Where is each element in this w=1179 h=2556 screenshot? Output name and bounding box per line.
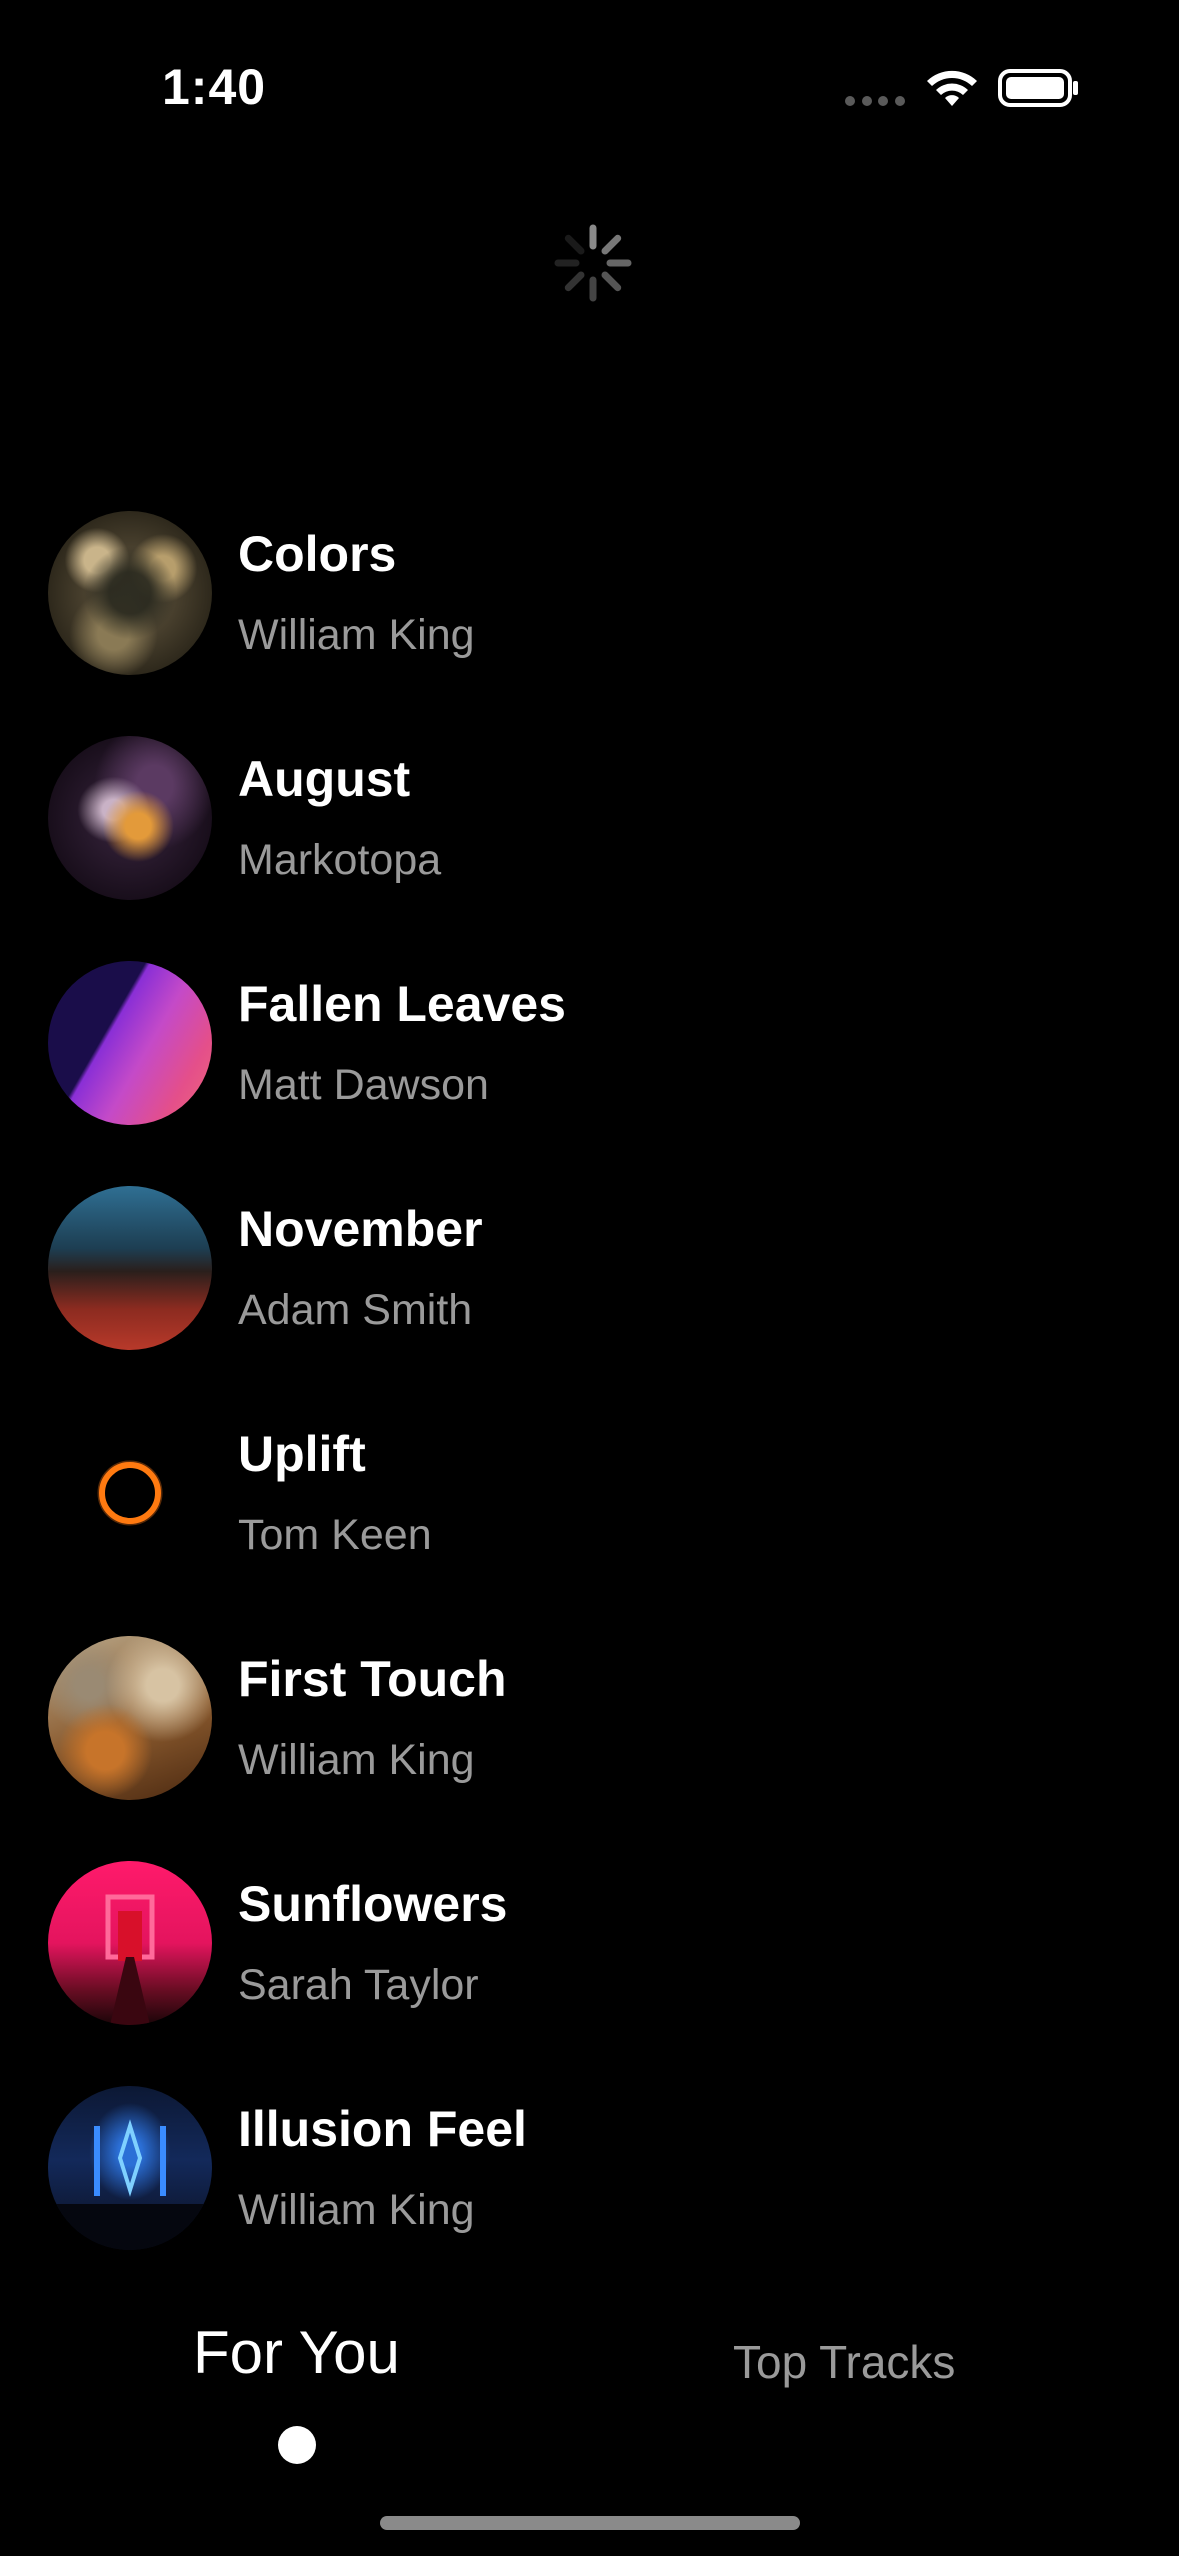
track-artwork (48, 736, 212, 900)
track-row-august[interactable]: August Markotopa (0, 730, 1179, 955)
track-row-fallen-leaves[interactable]: Fallen Leaves Matt Dawson (0, 955, 1179, 1180)
status-bar: 1:40 (0, 0, 1179, 175)
track-title: Uplift (238, 1426, 366, 1482)
track-row-november[interactable]: November Adam Smith (0, 1180, 1179, 1405)
track-row-sunflowers[interactable]: Sunflowers Sarah Taylor (0, 1855, 1179, 2080)
track-artist: Adam Smith (238, 1286, 473, 1334)
orange-ring-artwork (97, 1460, 163, 1526)
track-row-colors[interactable]: Colors William King (0, 505, 1179, 730)
track-row-uplift[interactable]: Uplift Tom Keen (0, 1405, 1179, 1630)
track-title: Colors (238, 526, 397, 582)
track-artwork (48, 2086, 212, 2250)
stage-artwork (48, 2119, 212, 2250)
track-title: August (238, 751, 411, 807)
tab-top-tracks[interactable]: Top Tracks (733, 2335, 955, 2389)
track-artist: Matt Dawson (238, 1061, 489, 1109)
track-artist: William King (238, 2186, 475, 2234)
track-title: November (238, 1201, 483, 1257)
track-row-illusion-feel[interactable]: Illusion Feel William King (0, 2080, 1179, 2305)
track-artist: Tom Keen (238, 1511, 432, 1559)
track-row-first-touch[interactable]: First Touch William King (0, 1630, 1179, 1855)
track-artist: Sarah Taylor (238, 1961, 479, 2009)
track-artwork (48, 1411, 212, 1575)
track-artwork (48, 1186, 212, 1350)
track-title: Fallen Leaves (238, 976, 566, 1032)
track-title: Illusion Feel (238, 2101, 527, 2157)
track-artwork (48, 1861, 212, 2025)
track-title: First Touch (238, 1651, 507, 1707)
loading-spinner-icon (554, 224, 632, 302)
tab-for-you[interactable]: For You (193, 2318, 400, 2387)
track-artist: William King (238, 611, 475, 659)
neon-door-artwork (105, 1894, 155, 2025)
track-artist: Markotopa (238, 836, 442, 884)
track-title: Sunflowers (238, 1876, 508, 1932)
track-artwork (48, 1636, 212, 1800)
home-indicator[interactable] (380, 2516, 800, 2530)
wifi-icon (927, 70, 977, 106)
track-artist: William King (238, 1736, 475, 1784)
status-time: 1:40 (162, 59, 267, 115)
cellular-signal-icon (845, 96, 905, 106)
selected-tab-indicator (278, 2426, 316, 2464)
track-artwork (48, 511, 212, 675)
battery-icon (998, 69, 1078, 107)
track-artwork (48, 961, 212, 1125)
track-list: Colors William King August Markotopa Fal… (0, 505, 1179, 2305)
